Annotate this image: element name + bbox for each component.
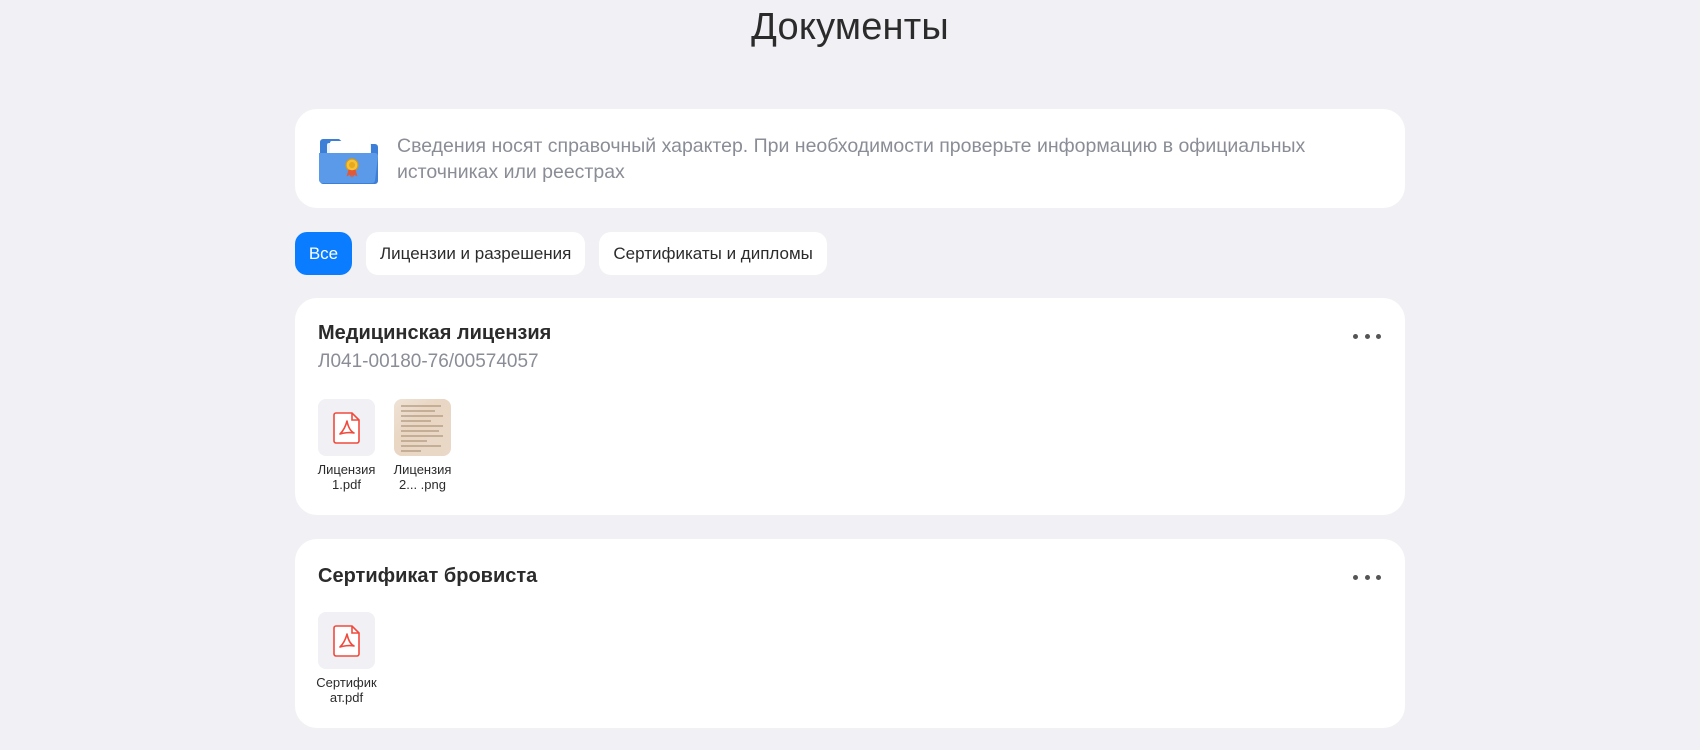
pdf-file-icon — [318, 612, 375, 669]
tab-all[interactable]: Все — [295, 232, 352, 275]
tab-licenses[interactable]: Лицензии и разрешения — [366, 232, 586, 275]
pdf-file-icon — [318, 399, 375, 456]
more-dot-icon — [1376, 333, 1381, 339]
document-title: Медицинская лицензия — [318, 322, 552, 344]
tab-certificates[interactable]: Сертификаты и дипломы — [599, 232, 827, 275]
page-title: Документы — [751, 6, 949, 48]
more-options-button[interactable] — [1353, 326, 1381, 346]
info-banner: Сведения носят справочный характер. При … — [295, 109, 1405, 208]
document-card: Сертификат бровиста Сертификат.pdf — [295, 539, 1405, 728]
file-item[interactable]: Сертификат.pdf — [316, 612, 377, 705]
more-dot-icon — [1364, 333, 1370, 339]
document-title: Сертификат бровиста — [318, 565, 538, 587]
file-name: Сертификат.pdf — [316, 675, 377, 705]
file-name: Лицензия2... .png — [393, 462, 452, 492]
filter-tabs: Все Лицензии и разрешения Сертификаты и … — [295, 232, 827, 275]
document-number: Л041-00180-76/00574057 — [318, 351, 539, 372]
more-dot-icon — [1364, 574, 1370, 580]
file-list: Лицензия1.pdf Лицензия2... .png — [318, 399, 451, 492]
file-list: Сертификат.pdf — [316, 612, 377, 705]
file-item[interactable]: Лицензия2... .png — [394, 399, 451, 492]
more-dot-icon — [1353, 574, 1358, 580]
image-file-thumbnail — [394, 399, 451, 456]
more-dot-icon — [1353, 333, 1358, 339]
file-name: Лицензия1.pdf — [317, 462, 376, 492]
info-text: Сведения носят справочный характер. При … — [397, 134, 1306, 183]
document-card: Медицинская лицензия Л041-00180-76/00574… — [295, 298, 1405, 515]
folder-certificate-icon — [317, 131, 381, 187]
more-options-button[interactable] — [1353, 567, 1381, 587]
file-item[interactable]: Лицензия1.pdf — [318, 399, 375, 492]
more-dot-icon — [1376, 574, 1381, 580]
